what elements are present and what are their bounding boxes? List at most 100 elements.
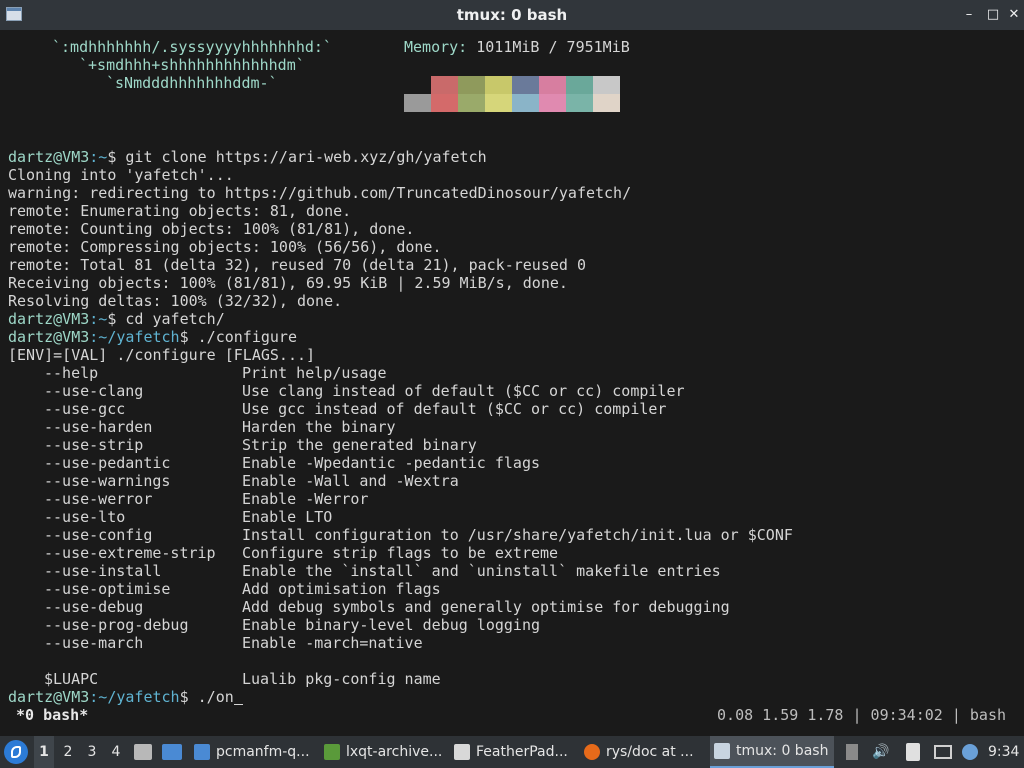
flag-description: Add optimisation flags — [242, 580, 441, 598]
command-text: ./configure — [197, 328, 297, 346]
task-label: tmux: 0 bash — [736, 743, 829, 759]
flag-description: Use gcc instead of default ($CC or cc) c… — [242, 400, 667, 418]
network-icon[interactable] — [934, 745, 952, 759]
output-line: remote: Total 81 (delta 32), reused 70 (… — [8, 256, 586, 274]
flag-name: --use-werror — [44, 490, 153, 508]
clock[interactable]: 9:34 — [988, 736, 1022, 768]
output-line: Resolving deltas: 100% (32/32), done. — [8, 292, 343, 310]
prompt-user: dartz@VM3 — [8, 310, 90, 328]
output-line: Cloning into 'yafetch'... — [8, 166, 234, 184]
workspace-3[interactable]: 3 — [82, 736, 102, 768]
palette-swatch — [512, 94, 539, 112]
task-label: rys/doc at ... — [606, 744, 694, 760]
prompt-line: dartz@VM3:~$ cd yafetch/ — [8, 310, 225, 328]
flag-description: Enable binary-level debug logging — [242, 616, 541, 634]
memory-value: 1011MiB / 7951MiB — [467, 38, 630, 56]
command-text: cd yafetch/ — [125, 310, 225, 328]
output-line: Receiving objects: 100% (81/81), 69.95 K… — [8, 274, 568, 292]
prompt-symbol: $ — [179, 328, 198, 346]
flag-description: Configure strip flags to be extreme — [242, 544, 559, 562]
ascii-art-line: `+smdhhh+shhhhhhhhhhhhdm` — [79, 56, 305, 74]
command-input[interactable]: ./on — [198, 688, 234, 706]
trash-icon[interactable] — [846, 744, 858, 760]
prompt-line: dartz@VM3:~/yafetch$ ./on — [8, 688, 243, 706]
terminal-icon — [714, 743, 730, 759]
palette-swatch — [458, 94, 485, 112]
flag-name: --use-pedantic — [44, 454, 171, 472]
flag-name: --help — [44, 364, 99, 382]
flag-name: --use-prog-debug — [44, 616, 189, 634]
flag-description: Install configuration to /usr/share/yafe… — [242, 526, 793, 544]
flag-description: Enable -Werror — [242, 490, 369, 508]
command-text: git clone https://ari-web.xyz/gh/yafetch — [125, 148, 487, 166]
task-firefox[interactable]: rys/doc at ... — [584, 736, 706, 768]
palette-swatch — [566, 94, 593, 112]
flag-name: --use-extreme-strip — [44, 544, 216, 562]
folder-icon — [194, 744, 210, 760]
flag-description: Harden the binary — [242, 418, 396, 436]
task-label: FeatherPad... — [476, 744, 568, 760]
task-featherpad[interactable]: FeatherPad... — [454, 736, 578, 768]
output-line: remote: Compressing objects: 100% (56/56… — [8, 238, 442, 256]
palette-swatch — [566, 76, 593, 94]
palette-swatch — [593, 76, 620, 94]
palette-swatch — [404, 94, 431, 112]
flag-name: --use-harden — [44, 418, 153, 436]
start-menu-icon[interactable] — [4, 740, 28, 764]
flag-name: --use-warnings — [44, 472, 171, 490]
window-titlebar[interactable]: tmux: 0 bash – □ ✕ — [0, 0, 1024, 30]
memory-label: Memory: — [404, 38, 468, 56]
flag-name: --use-config — [44, 526, 153, 544]
palette-swatch — [485, 94, 512, 112]
memory-info: Memory: 1011MiB / 7951MiB — [404, 38, 630, 56]
ascii-art-line: `:mdhhhhhhh/.syssyyyyhhhhhhhd:` — [52, 38, 332, 56]
output-line: remote: Enumerating objects: 81, done. — [8, 202, 352, 220]
palette-swatch — [593, 94, 620, 112]
flag-name: --use-clang — [44, 382, 144, 400]
flag-name: --use-strip — [44, 436, 144, 454]
minimize-button[interactable]: – — [960, 6, 978, 24]
palette-swatch — [404, 76, 431, 94]
prompt-user: dartz@VM3 — [8, 148, 90, 166]
maximize-button[interactable]: □ — [984, 6, 1002, 24]
palette-swatch — [431, 76, 458, 94]
archive-icon — [324, 744, 340, 760]
task-lxqt-archiver[interactable]: lxqt-archive... — [324, 736, 448, 768]
palette-swatch — [431, 94, 458, 112]
palette-swatch — [458, 76, 485, 94]
show-desktop-icon[interactable] — [162, 744, 182, 760]
flag-description: Enable -march=native — [242, 634, 423, 652]
palette-swatch — [539, 94, 566, 112]
prompt-path: :~/yafetch — [89, 688, 180, 706]
workspace-2[interactable]: 2 — [58, 736, 78, 768]
featherpad-icon — [454, 744, 470, 760]
prompt-path: :~ — [89, 148, 108, 166]
prompt-user: dartz@VM3 — [8, 688, 90, 706]
window-title: tmux: 0 bash — [456, 6, 568, 24]
prompt-line: dartz@VM3:~/yafetch$ ./configure — [8, 328, 297, 346]
workspace-1[interactable]: 1 — [34, 736, 54, 768]
notification-icon[interactable] — [962, 744, 978, 760]
file-manager-launcher-icon[interactable] — [134, 744, 152, 760]
flag-name: --use-gcc — [44, 400, 126, 418]
task-label: pcmanfm-q... — [216, 744, 310, 760]
volume-icon[interactable]: 🔊 — [870, 736, 892, 768]
env-var-desc: Lualib pkg-config name — [242, 670, 441, 688]
output-line: remote: Counting objects: 100% (81/81), … — [8, 220, 415, 238]
terminal-area[interactable]: `:mdhhhhhhh/.syssyyyyhhhhhhhd:` `+smdhhh… — [0, 30, 1024, 736]
taskbar: 1 2 3 4 pcmanfm-q... lxqt-archive... Fea… — [0, 736, 1024, 768]
palette-swatch — [539, 76, 566, 94]
task-pcmanfm[interactable]: pcmanfm-q... — [194, 736, 316, 768]
workspace-4[interactable]: 4 — [106, 736, 126, 768]
firefox-icon — [584, 744, 600, 760]
prompt-line: dartz@VM3:~$ git clone https://ari-web.x… — [8, 148, 487, 166]
prompt-symbol: $ — [107, 148, 126, 166]
close-button[interactable]: ✕ — [1005, 6, 1023, 24]
clipboard-icon[interactable] — [906, 743, 920, 761]
tmux-status-bar: *0 bash* 0.08 1.59 1.78 | 09:34:02 | bas… — [0, 705, 1024, 725]
prompt-user: dartz@VM3 — [8, 328, 90, 346]
tmux-window-label[interactable]: *0 bash* — [16, 705, 88, 725]
env-var-name: $LUAPC — [44, 670, 99, 688]
task-label: lxqt-archive... — [346, 744, 443, 760]
task-tmux[interactable]: tmux: 0 bash — [710, 736, 834, 768]
